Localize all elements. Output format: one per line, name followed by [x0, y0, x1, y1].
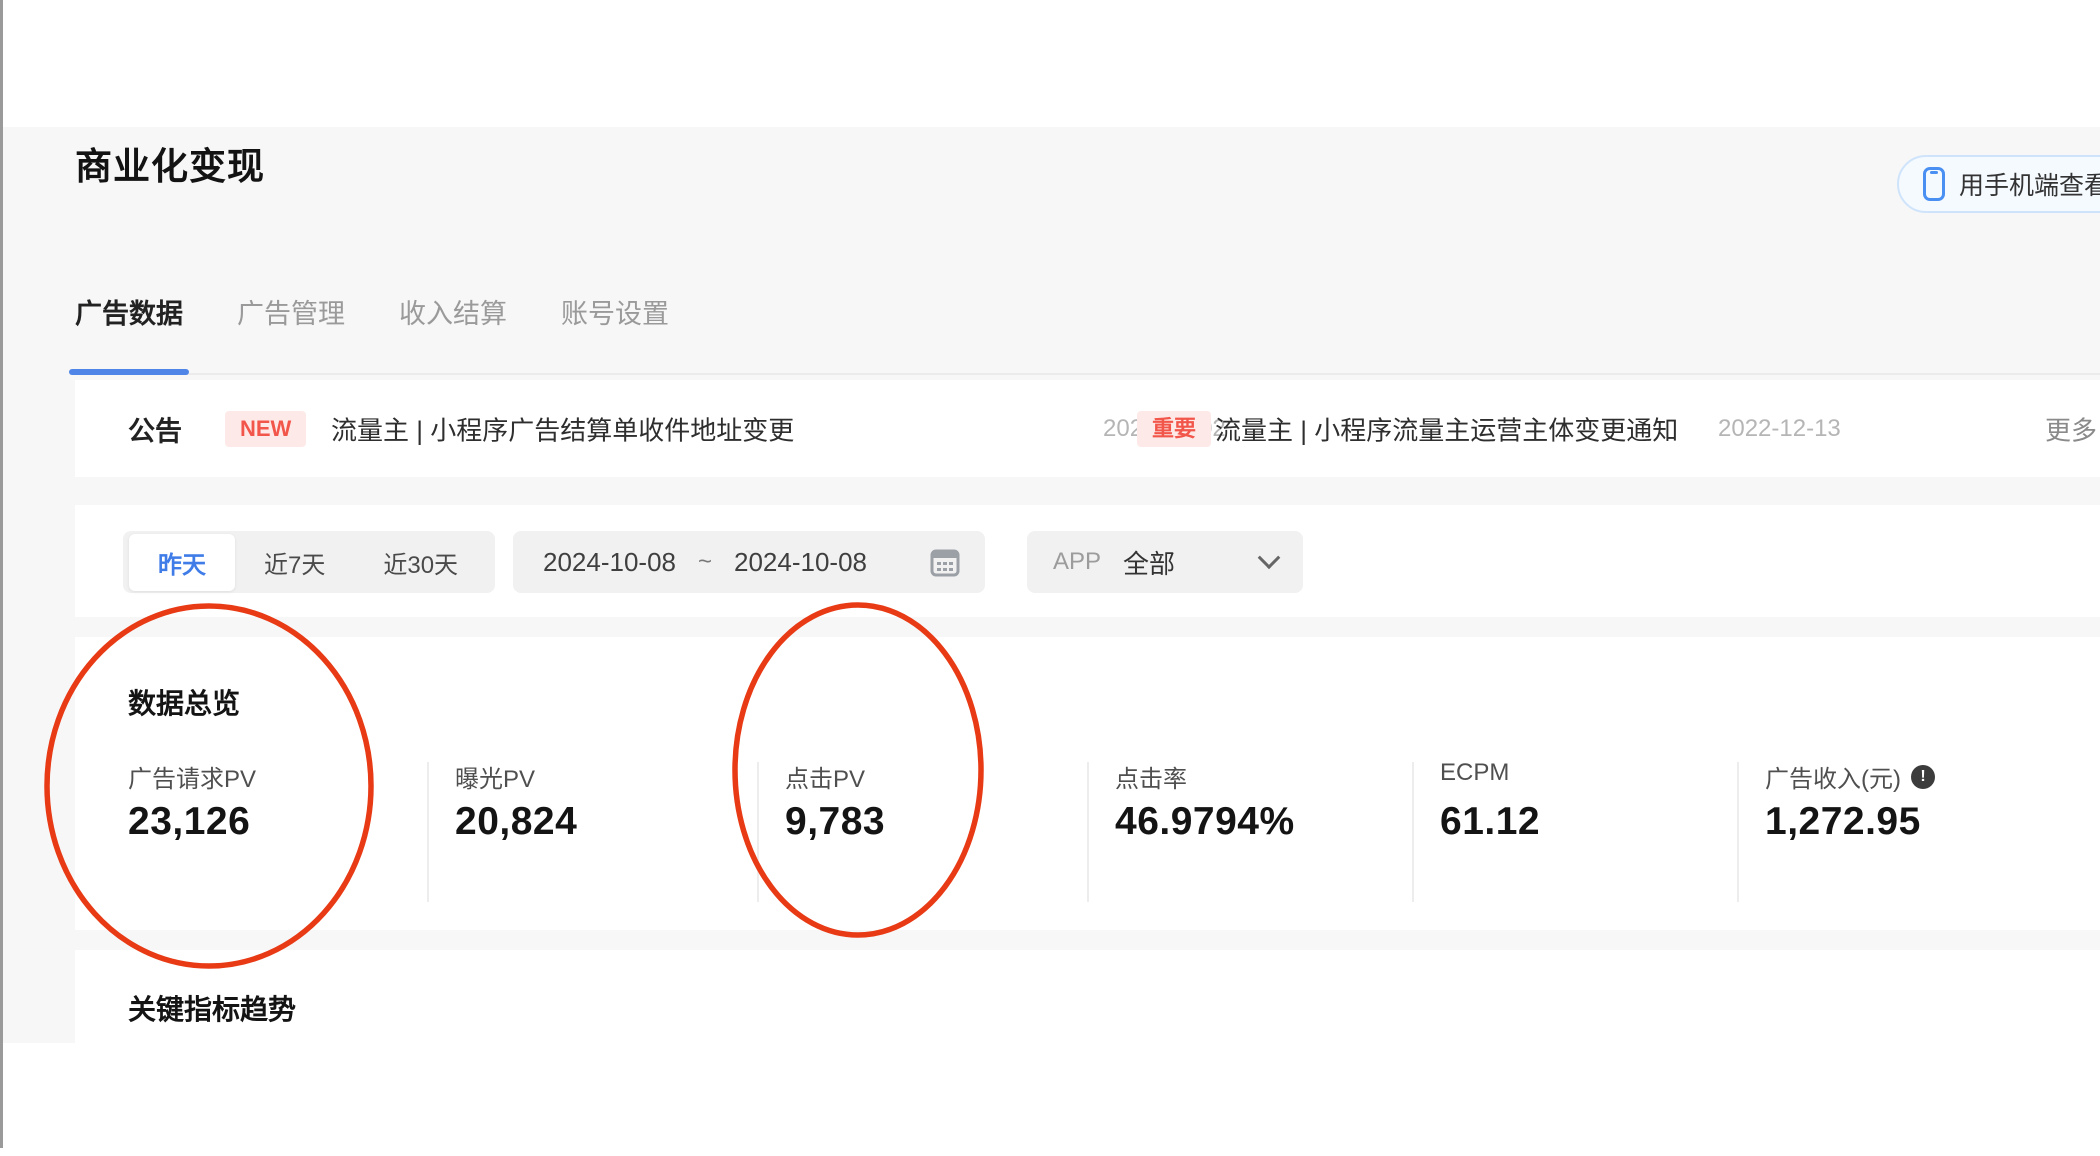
- tab-income-settlement[interactable]: 收入结算: [399, 292, 507, 373]
- overview-section-title: 数据总览: [128, 688, 241, 719]
- filter-bar: 昨天 近7天 近30天 2024-10-08 ~ 2024-10-08 APP …: [75, 505, 2100, 617]
- metric-divider: [1737, 762, 1739, 902]
- metric-divider: [757, 762, 759, 902]
- metric-value: 1,272.95: [1765, 800, 1921, 843]
- date-range-separator: ~: [698, 548, 713, 575]
- announcement-link[interactable]: 流量主 | 小程序广告结算单收件地址变更: [331, 410, 794, 447]
- announcement-more-link[interactable]: 更多: [2045, 410, 2097, 447]
- key-metric-trend-card: 关键指标趋势: [75, 950, 2100, 1156]
- metric-label-text: 广告收入(元): [1765, 766, 1901, 793]
- data-overview-card: 数据总览 广告请求PV 23,126 曝光PV 20,824 点击PV 9,78…: [75, 637, 2100, 930]
- info-icon[interactable]: !: [1910, 764, 1935, 789]
- range-last7days-button[interactable]: 近7天: [235, 534, 354, 591]
- app-select-label: APP: [1053, 548, 1102, 575]
- metric-value: 20,824: [455, 800, 578, 843]
- calendar-icon: [929, 546, 961, 578]
- metric-value: 46.9794%: [1115, 800, 1295, 843]
- monetization-dashboard: { "page": { "title": "商业化变现" }, "header"…: [0, 0, 2100, 1156]
- tab-ad-management[interactable]: 广告管理: [237, 292, 345, 373]
- app-select[interactable]: APP 全部: [1027, 531, 1303, 593]
- metric-value: 61.12: [1440, 800, 1541, 843]
- metric-label: 点击PV: [785, 766, 866, 793]
- tab-account-settings[interactable]: 账号设置: [561, 292, 669, 373]
- trend-section-title: 关键指标趋势: [128, 994, 297, 1025]
- metric-label: 曝光PV: [455, 766, 536, 793]
- tab-ad-data[interactable]: 广告数据: [69, 292, 189, 375]
- announcement-date: 2022-12-13: [1718, 414, 1841, 442]
- view-on-mobile-label: 用手机端查看数据: [1959, 172, 2100, 200]
- metric-label: 点击率: [1115, 766, 1187, 793]
- metric-label: 广告请求PV: [128, 766, 257, 793]
- announcement-label: 公告: [128, 416, 182, 446]
- chevron-down-icon: [1257, 546, 1281, 570]
- date-range-start: 2024-10-08: [543, 546, 676, 577]
- metric-divider: [427, 762, 429, 902]
- metric-label: ECPM: [1440, 759, 1510, 786]
- announcement-link[interactable]: 流量主 | 小程序流量主运营主体变更通知: [1215, 410, 1678, 447]
- date-range-picker[interactable]: 2024-10-08 ~ 2024-10-08: [513, 531, 985, 593]
- view-on-mobile-button[interactable]: 用手机端查看数据: [1897, 155, 2100, 213]
- range-last30days-button[interactable]: 近30天: [354, 534, 487, 591]
- page-title: 商业化变现: [75, 146, 265, 187]
- tab-bar: 广告数据 广告管理 收入结算 账号设置: [69, 292, 2100, 375]
- metric-value: 23,126: [128, 800, 251, 843]
- date-range-end: 2024-10-08: [734, 546, 868, 577]
- phone-icon: [1923, 167, 1945, 201]
- metric-divider: [1412, 762, 1414, 902]
- app-select-value: 全部: [1123, 548, 1176, 579]
- range-yesterday-button[interactable]: 昨天: [129, 533, 235, 591]
- metric-divider: [1087, 762, 1089, 902]
- metric-value: 9,783: [785, 800, 886, 843]
- metric-label: 广告收入(元) !: [1765, 759, 1935, 794]
- date-quick-range-segmented-control: 昨天 近7天 近30天: [123, 531, 495, 593]
- new-badge: NEW: [225, 410, 307, 447]
- important-badge: 重要: [1137, 410, 1212, 447]
- announcement-bar: 公告 NEW 流量主 | 小程序广告结算单收件地址变更 2023-02-02 重…: [75, 380, 2100, 477]
